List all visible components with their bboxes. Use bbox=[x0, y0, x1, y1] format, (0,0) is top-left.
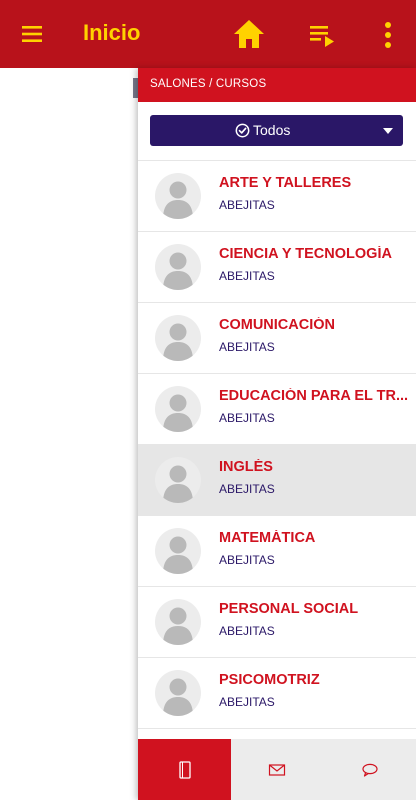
course-item[interactable]: MATEMÁTICA ABEJITAS bbox=[138, 516, 416, 587]
home-icon[interactable] bbox=[232, 18, 266, 50]
course-item[interactable]: ARTE Y TALLERES ABEJITAS bbox=[138, 161, 416, 232]
course-group: ABEJITAS bbox=[219, 411, 275, 425]
user-avatar-icon bbox=[163, 181, 193, 219]
background-content bbox=[0, 68, 138, 800]
avatar bbox=[155, 386, 201, 432]
dropdown-caret-icon bbox=[383, 128, 393, 134]
course-name: MATEMÁTICA bbox=[219, 530, 316, 546]
avatar bbox=[155, 457, 201, 503]
course-list: ARTE Y TALLERES ABEJITAS CIENCIA Y TECNOLO… bbox=[138, 160, 416, 729]
course-group: ABEJITAS bbox=[219, 624, 275, 638]
chat-bubble-icon bbox=[361, 763, 378, 777]
user-avatar-icon bbox=[163, 607, 193, 645]
course-group: ABEJITAS bbox=[219, 482, 275, 496]
course-name: EDUCACIÓN PARA EL TR... bbox=[219, 388, 409, 404]
drawer-header-title: SALONES / CURSOS bbox=[150, 78, 267, 90]
courses-drawer: SALONES / CURSOS Todos ARTE Y TALLERES AB… bbox=[138, 68, 416, 800]
course-item[interactable]: EDUCACIÓN PARA EL TR... ABEJITAS bbox=[138, 374, 416, 445]
avatar bbox=[155, 315, 201, 361]
notebook-icon bbox=[178, 760, 191, 779]
avatar bbox=[155, 599, 201, 645]
course-name: COMUNICACIÓN bbox=[219, 317, 335, 333]
filter-dropdown[interactable]: Todos bbox=[150, 115, 403, 146]
page-title: Inicio bbox=[83, 20, 141, 45]
filter-label: Todos bbox=[253, 122, 291, 138]
course-group: ABEJITAS bbox=[219, 553, 275, 567]
mail-icon bbox=[268, 763, 286, 776]
course-name: PERSONAL SOCIAL bbox=[219, 601, 359, 617]
course-group: ABEJITAS bbox=[219, 340, 275, 354]
course-name: CIENCIA Y TECNOLOGÍA bbox=[219, 246, 392, 262]
avatar bbox=[155, 528, 201, 574]
user-avatar-icon bbox=[163, 323, 193, 361]
course-name: ARTE Y TALLERES bbox=[219, 175, 352, 191]
course-name: INGLÉS bbox=[219, 459, 273, 475]
avatar bbox=[155, 173, 201, 219]
user-avatar-icon bbox=[163, 536, 193, 574]
check-circle-icon bbox=[235, 123, 250, 138]
user-avatar-icon bbox=[163, 252, 193, 290]
tab-chat[interactable] bbox=[323, 739, 416, 800]
course-item[interactable]: PSICOMOTRIZ ABEJITAS bbox=[138, 658, 416, 729]
top-app-bar: Inicio bbox=[0, 0, 416, 68]
course-group: ABEJITAS bbox=[219, 269, 275, 283]
avatar bbox=[155, 670, 201, 716]
course-name: PSICOMOTRIZ bbox=[219, 672, 320, 688]
course-item[interactable]: CIENCIA Y TECNOLOGÍA ABEJITAS bbox=[138, 232, 416, 303]
more-vertical-icon[interactable] bbox=[380, 20, 396, 50]
course-group: ABEJITAS bbox=[219, 695, 275, 709]
course-item[interactable]: COMUNICACIÓN ABEJITAS bbox=[138, 303, 416, 374]
user-avatar-icon bbox=[163, 394, 193, 432]
tab-messages[interactable] bbox=[231, 739, 323, 800]
tab-notebook[interactable] bbox=[138, 739, 231, 800]
course-item[interactable]: PERSONAL SOCIAL ABEJITAS bbox=[138, 587, 416, 658]
user-avatar-icon bbox=[163, 465, 193, 503]
bottom-tab-bar bbox=[138, 739, 416, 800]
menu-icon[interactable] bbox=[18, 22, 46, 46]
drawer-header: SALONES / CURSOS bbox=[138, 68, 416, 102]
user-avatar-icon bbox=[163, 678, 193, 716]
avatar bbox=[155, 244, 201, 290]
playlist-play-icon[interactable] bbox=[308, 22, 336, 48]
course-item[interactable]: INGLÉS ABEJITAS bbox=[138, 445, 416, 516]
course-group: ABEJITAS bbox=[219, 198, 275, 212]
